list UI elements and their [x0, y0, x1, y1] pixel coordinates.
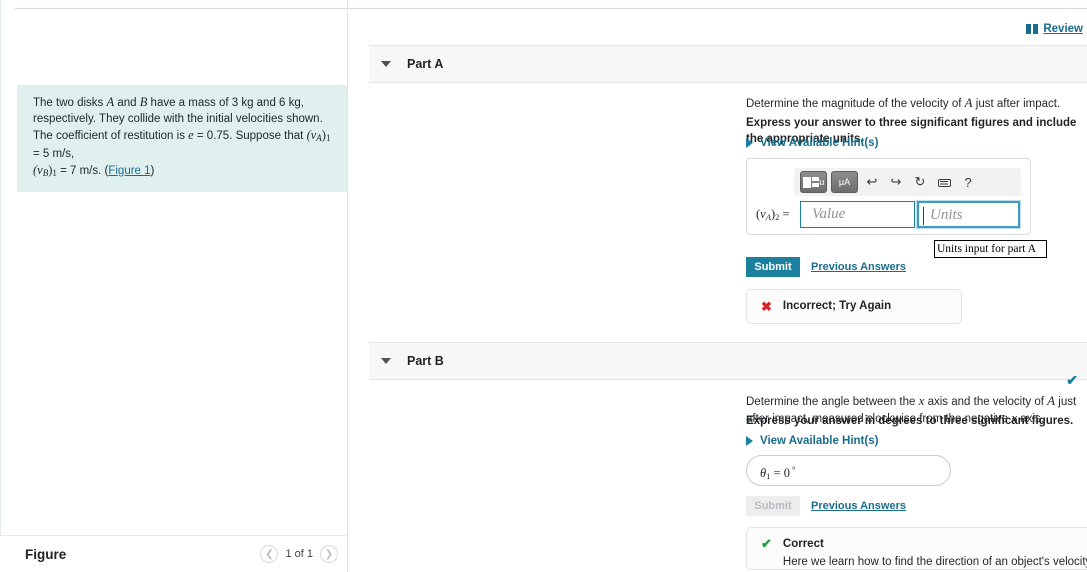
part-a-previous-answers-link[interactable]: Previous Answers	[811, 261, 906, 273]
units-input-tooltip: Units input for part A	[934, 240, 1047, 258]
part-b-submit-button: Submit	[746, 496, 800, 516]
part-a-question-2: just after impact.	[972, 98, 1061, 110]
eq-equals: =	[779, 207, 790, 221]
value-placeholder: Value	[812, 206, 846, 222]
part-a-feedback-incorrect: ✖ Incorrect; Try Again	[746, 289, 962, 324]
math-template-icon[interactable]: u	[800, 171, 827, 193]
mastering-physics-problem-page: The two disks A and B have a mass of 3 k…	[0, 0, 1087, 572]
hint-expand-caret-b	[746, 436, 753, 446]
text-cursor	[923, 207, 924, 225]
figure-page-count: 1 of 1	[285, 548, 313, 560]
part-b-equals: =	[770, 466, 784, 480]
units-button-label: μA	[838, 177, 851, 187]
math-toolbar: u μA ↩ ↪ ↻ ?	[794, 168, 1021, 196]
vb1-open: (v	[33, 163, 43, 177]
panel-left-edge	[0, 0, 1, 572]
part-b-feedback-title: Correct	[782, 538, 824, 550]
part-a-question: Determine the magnitude of the velocity …	[746, 95, 1060, 112]
part-b-previous-answers-link[interactable]: Previous Answers	[811, 500, 906, 512]
units-input[interactable]: Units	[916, 200, 1021, 229]
part-b-header[interactable]: Part B	[369, 342, 1087, 380]
part-a-feedback-title: Incorrect; Try Again	[782, 300, 892, 312]
part-b-question-1: Determine the angle between the	[746, 396, 919, 408]
va1-open: (v	[306, 128, 317, 142]
figure-next-button[interactable]: ❯	[320, 545, 338, 563]
problem-text-9: )	[150, 165, 155, 177]
va1-sub-1: 1	[325, 133, 331, 143]
part-b-feedback-body: Here we learn how to find the direction …	[782, 556, 1087, 568]
panel-top-divider	[15, 8, 347, 9]
part-b-hint-label: View Available Hint(s)	[760, 435, 879, 447]
success-check-icon: ✔	[761, 536, 772, 551]
part-b-feedback-correct: ✔ Correct Here we learn how to find the …	[746, 527, 1087, 570]
degree-symbol: °	[791, 465, 796, 475]
part-a-answer-widget: u μA ↩ ↪ ↻ ? (vA)2 = Value Units	[746, 158, 1031, 235]
units-placeholder: Units	[930, 207, 963, 223]
part-a-header[interactable]: Part A	[369, 45, 1087, 83]
problem-text-8: = 7 m/s. (	[56, 165, 109, 177]
redo-icon[interactable]: ↪	[886, 174, 906, 190]
part-a-var-a: A	[964, 95, 973, 110]
part-a-equation-label: (vA)2 =	[756, 207, 790, 222]
review-link[interactable]: Review	[1026, 23, 1083, 35]
hint-expand-caret-a	[746, 138, 753, 148]
problem-text-5: coefficient of restitution is	[56, 130, 189, 142]
part-a-submit-button[interactable]: Submit	[746, 257, 800, 277]
keyboard-icon[interactable]	[934, 175, 954, 190]
part-a-hints-toggle[interactable]: View Available Hint(s)	[746, 137, 878, 149]
problem-text-3: have a mass of 3 kg and 6 kg,	[147, 97, 304, 109]
value-input[interactable]: Value	[800, 201, 915, 228]
part-b-answer-value: 0	[783, 466, 790, 480]
figure-footer-bar: Figure ❮ 1 of 1 ❯	[0, 535, 347, 572]
part-a-collapse-caret[interactable]	[381, 61, 391, 67]
part-a-question-1: Determine the magnitude of the velocity …	[746, 98, 965, 110]
problem-text-6: = 0.75. Suppose that	[193, 130, 307, 142]
part-b-answer-input[interactable]: θ1 = 0 °	[746, 455, 951, 486]
figure-label: Figure	[25, 546, 67, 562]
var-a-1: A	[106, 95, 115, 109]
problem-text-2: and	[114, 97, 140, 109]
problem-statement: The two disks A and B have a mass of 3 k…	[17, 85, 347, 192]
template-superscript-u: u	[819, 177, 825, 187]
part-b-collapse-caret[interactable]	[381, 358, 391, 364]
figure-prev-button[interactable]: ❮	[260, 545, 279, 563]
part-b-hints-toggle[interactable]: View Available Hint(s)	[746, 435, 878, 447]
figure-1-link[interactable]: Figure 1	[108, 165, 150, 177]
help-icon[interactable]: ?	[958, 175, 978, 190]
part-a-title: Part A	[407, 57, 444, 71]
right-answer-panel: Review Part A Determine the magnitude of…	[347, 0, 1087, 572]
left-problem-panel: The two disks A and B have a mass of 3 k…	[0, 0, 347, 572]
review-label: Review	[1043, 23, 1083, 35]
part-b-status-check-icon: ✔	[1066, 372, 1078, 388]
undo-icon[interactable]: ↩	[862, 174, 882, 190]
error-x-icon: ✖	[761, 298, 772, 314]
reset-icon[interactable]: ↻	[910, 174, 930, 190]
figure-pager: ❮ 1 of 1 ❯	[260, 545, 338, 563]
problem-text-7: = 5 m/s,	[33, 148, 75, 160]
book-icon	[1026, 24, 1039, 34]
part-b-question-2: axis and the velocity of	[924, 396, 1048, 408]
part-a-hint-label: View Available Hint(s)	[760, 137, 879, 149]
part-b-var-a: A	[1047, 393, 1056, 408]
right-top-divider	[348, 8, 1087, 9]
part-b-title: Part B	[407, 354, 444, 368]
part-b-instruction: Express your answer in degrees to three …	[746, 415, 1074, 427]
micro-amp-units-icon[interactable]: μA	[831, 171, 858, 193]
problem-text-1: The two disks	[33, 97, 107, 109]
